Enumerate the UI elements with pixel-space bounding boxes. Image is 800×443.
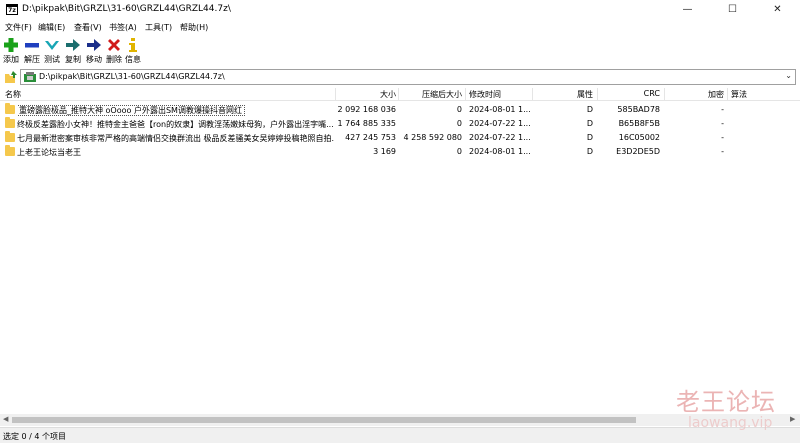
column-size[interactable]: 大小: [336, 89, 396, 100]
watermark-text: 老王论坛: [676, 388, 776, 416]
watermark-url: laowang.vip: [688, 415, 773, 431]
row-encrypted: -: [721, 133, 724, 142]
menu-help[interactable]: 帮助(H): [180, 22, 208, 33]
move-label: 移动: [86, 55, 102, 64]
copy-label: 复制: [65, 55, 81, 64]
table-row[interactable]: 重磅露脸极品_推特大神 oOooo 户外露出SM调教爆操抖音网红 2 092 1…: [0, 103, 800, 117]
info-button[interactable]: 信息: [122, 35, 144, 67]
file-list: 名称 大小 压缩后大小 修改时间 属性 CRC 加密 算法 重磅露脸极品_推特大…: [0, 87, 800, 414]
row-crc: 585BAD78: [617, 105, 660, 114]
column-method[interactable]: 算法: [731, 89, 747, 100]
chevron-down-icon[interactable]: ⌄: [785, 71, 792, 80]
menu-bar: 文件(F) 编辑(E) 查看(V) 书签(A) 工具(T) 帮助(H): [0, 20, 800, 34]
menu-view[interactable]: 查看(V): [74, 22, 102, 33]
toolbar: 添加 解压 测试 复制 移动 删除 信息: [0, 35, 800, 67]
menu-edit[interactable]: 编辑(E): [38, 22, 65, 33]
column-name[interactable]: 名称: [5, 89, 21, 100]
row-attr: D: [586, 119, 593, 128]
selection-status: 选定 0 / 4 个项目: [3, 432, 67, 441]
list-header: 名称 大小 压缩后大小 修改时间 属性 CRC 加密 算法: [0, 87, 800, 101]
title-bar: 7z D:\pikpak\Bit\GRZL\31-60\GRZL44\GRZL4…: [0, 0, 800, 20]
folder-icon: [5, 131, 15, 142]
table-row[interactable]: 七月最新泄密案审核非常严格的高端情侣交换群流出 极品反差骚美女吴婷婷投稿艳照自拍…: [0, 131, 800, 145]
row-modified: 2024-08-01 1...: [469, 147, 531, 156]
row-encrypted: -: [721, 119, 724, 128]
status-bar: 选定 0 / 4 个项目: [0, 427, 800, 443]
path-text: D:\pikpak\Bit\GRZL\31-60\GRZL44\GRZL44.7…: [39, 72, 225, 81]
test-label: 测试: [44, 55, 60, 64]
row-name: 终极反差露脸小女神！推特金主爸爸【ron的奴隶】调教淫荡嫩妹母狗，户外露出淫字嘴…: [17, 120, 334, 129]
column-attributes[interactable]: 属性: [533, 89, 593, 100]
column-modified[interactable]: 修改时间: [469, 89, 501, 100]
menu-bookmarks[interactable]: 书签(A): [109, 22, 137, 33]
row-modified: 2024-07-22 1...: [469, 133, 531, 142]
column-encrypted[interactable]: 加密: [665, 89, 724, 100]
move-icon: [87, 39, 101, 51]
table-row[interactable]: 终极反差露脸小女神！推特金主爸爸【ron的奴隶】调教淫荡嫩妹母狗，户外露出淫字嘴…: [0, 117, 800, 131]
folder-up-icon[interactable]: [4, 70, 18, 84]
row-attr: D: [586, 133, 593, 142]
row-crc: B65B8F5B: [618, 119, 660, 128]
scroll-right-icon[interactable]: ▶: [790, 415, 795, 423]
row-crc: 16C05002: [618, 133, 660, 142]
row-size: 1 764 885 335: [337, 119, 396, 128]
folder-icon: [5, 145, 15, 156]
column-crc[interactable]: CRC: [598, 89, 660, 98]
row-modified: 2024-07-22 1...: [469, 119, 531, 128]
row-packed: 0: [456, 119, 462, 128]
extract-button[interactable]: 解压: [21, 35, 43, 67]
extract-icon: [25, 43, 39, 48]
row-encrypted: -: [721, 105, 724, 114]
row-packed: 0: [456, 147, 462, 156]
move-button[interactable]: 移动: [83, 35, 105, 67]
close-button[interactable]: ✕: [755, 0, 800, 20]
delete-icon: [108, 39, 120, 51]
row-size: 3 169: [373, 147, 396, 156]
column-packed-size[interactable]: 压缩后大小: [399, 89, 462, 100]
scroll-left-icon[interactable]: ◀: [3, 415, 8, 423]
test-icon: [45, 41, 59, 50]
7zip-app-icon: 7z: [6, 4, 18, 15]
copy-button[interactable]: 复制: [62, 35, 84, 67]
scrollbar-thumb[interactable]: [12, 417, 636, 423]
add-label: 添加: [3, 55, 19, 64]
folder-icon: [5, 103, 15, 114]
row-encrypted: -: [721, 147, 724, 156]
add-button[interactable]: 添加: [0, 35, 22, 67]
row-attr: D: [586, 105, 593, 114]
row-name: 七月最新泄密案审核非常严格的高端情侣交换群流出 极品反差骚美女吴婷婷投稿艳照自拍…: [17, 134, 335, 143]
extract-label: 解压: [24, 55, 40, 64]
window-title: D:\pikpak\Bit\GRZL\31-60\GRZL44\GRZL44.7…: [22, 4, 231, 14]
info-icon: [129, 38, 137, 52]
row-modified: 2024-08-01 1...: [469, 105, 531, 114]
row-packed: 4 258 592 080: [403, 133, 462, 142]
test-button[interactable]: 测试: [41, 35, 63, 67]
row-crc: E3D2DE5D: [616, 147, 660, 156]
row-name: 重磅露脸极品_推特大神 oOooo 户外露出SM调教爆操抖音网红: [17, 105, 245, 116]
row-size: 2 092 168 036: [337, 105, 396, 114]
archive-drive-icon: [24, 72, 36, 82]
minimize-button[interactable]: —: [665, 0, 710, 20]
row-packed: 0: [456, 105, 462, 114]
row-name: 上老王论坛当老王: [17, 148, 81, 157]
menu-tools[interactable]: 工具(T): [145, 22, 172, 33]
menu-file[interactable]: 文件(F): [5, 22, 32, 33]
maximize-button[interactable]: ☐: [710, 0, 755, 20]
copy-icon: [66, 39, 80, 51]
row-attr: D: [586, 147, 593, 156]
info-label: 信息: [125, 55, 141, 64]
address-bar: D:\pikpak\Bit\GRZL\31-60\GRZL44\GRZL44.7…: [0, 68, 800, 86]
folder-icon: [5, 117, 15, 128]
path-combobox[interactable]: D:\pikpak\Bit\GRZL\31-60\GRZL44\GRZL44.7…: [20, 69, 796, 85]
table-row[interactable]: 上老王论坛当老王 3 169 0 2024-08-01 1... D E3D2D…: [0, 145, 800, 159]
add-icon: [4, 38, 18, 52]
row-size: 427 245 753: [345, 133, 396, 142]
